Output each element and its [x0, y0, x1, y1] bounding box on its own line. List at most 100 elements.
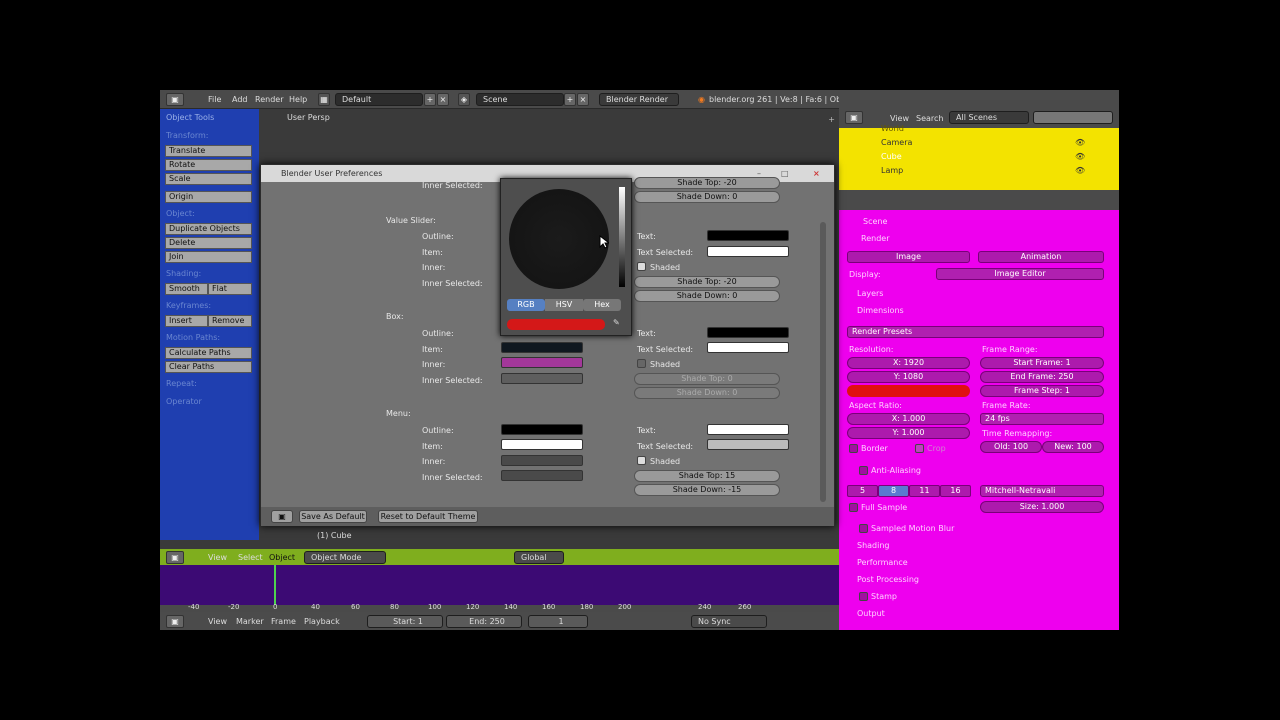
color-wheel[interactable]	[509, 189, 609, 289]
smooth-button[interactable]: Smooth	[165, 283, 208, 295]
outliner-item-camera[interactable]: Camera	[881, 138, 912, 147]
menu-inner-swatch[interactable]	[501, 455, 583, 466]
join-button[interactable]: Join	[165, 251, 252, 263]
delete-button[interactable]: Delete	[165, 237, 252, 249]
rotate-button[interactable]: Rotate	[165, 159, 252, 171]
value-slider-bar[interactable]	[619, 187, 625, 287]
shade-down-field[interactable]: Shade Down: -15	[634, 484, 780, 496]
border-checkbox[interactable]	[849, 444, 858, 453]
timeline-menu-frame[interactable]: Frame	[271, 617, 296, 626]
reset-default-theme-button[interactable]: Reset to Default Theme	[378, 510, 478, 523]
crop-checkbox[interactable]	[915, 444, 924, 453]
prefs-scrollbar[interactable]	[820, 222, 826, 502]
text-color-swatch[interactable]	[707, 327, 789, 338]
timeline-area[interactable]: -40 -20 0 40 60 80 100 120 140 160 180 2…	[160, 565, 839, 612]
outliner-display-select[interactable]: All Scenes	[949, 111, 1029, 124]
prefs-editor-icon[interactable]: ▣	[271, 510, 293, 523]
scene-add-button[interactable]: +	[564, 93, 576, 106]
layers-panel-header[interactable]: Layers	[857, 289, 883, 298]
anti-aliasing-panel-header[interactable]: Anti-Aliasing	[871, 466, 921, 475]
shaded-checkbox[interactable]	[637, 262, 646, 271]
current-frame-line[interactable]	[274, 565, 276, 605]
timeline-menu-playback[interactable]: Playback	[304, 617, 340, 626]
dimensions-panel-header[interactable]: Dimensions	[857, 306, 904, 315]
shaded-checkbox[interactable]	[637, 456, 646, 465]
orientation-select[interactable]: Global	[514, 551, 564, 564]
shade-top-field[interactable]: Shade Top: 15	[634, 470, 780, 482]
scene-close-button[interactable]: ×	[577, 93, 589, 106]
stamp-checkbox[interactable]	[859, 592, 868, 601]
flat-button[interactable]: Flat	[208, 283, 252, 295]
menu-item-swatch[interactable]	[501, 439, 583, 450]
aa-size-field[interactable]: Size: 1.000	[980, 501, 1104, 513]
picker-tab-hsv[interactable]: HSV	[545, 299, 583, 311]
picker-tab-rgb[interactable]: RGB	[507, 299, 545, 311]
menu-file[interactable]: File	[208, 95, 221, 104]
viewport-menu-select[interactable]: Select	[238, 553, 263, 562]
performance-panel-header[interactable]: Performance	[857, 558, 908, 567]
sampled-motion-checkbox[interactable]	[859, 524, 868, 533]
render-presets-select[interactable]: Render Presets	[847, 326, 1104, 338]
menu-outline-swatch[interactable]	[501, 424, 583, 435]
aa-samples-11[interactable]: 11	[909, 485, 940, 497]
scene-field[interactable]: Scene	[476, 93, 564, 106]
aspect-y-field[interactable]: Y: 1.000	[847, 427, 970, 439]
end-frame-field[interactable]: End: 250	[446, 615, 522, 628]
outliner-search-input[interactable]	[1033, 111, 1113, 124]
text-color-swatch[interactable]	[707, 230, 789, 241]
shade-down-field[interactable]: Shade Down: 0	[634, 290, 780, 302]
outliner-menu-search[interactable]: Search	[916, 114, 943, 123]
start-frame-prop[interactable]: Start Frame: 1	[980, 357, 1104, 369]
editor-type-icon[interactable]: ▣	[166, 93, 184, 106]
resolution-x-field[interactable]: X: 1920	[847, 357, 970, 369]
viewport-editor-icon[interactable]: ▣	[166, 551, 184, 564]
aa-samples-8[interactable]: 8	[878, 485, 909, 497]
resolution-percentage-slider[interactable]	[847, 385, 970, 397]
aa-filter-select[interactable]: Mitchell-Netravali	[980, 485, 1104, 497]
end-frame-prop[interactable]: End Frame: 250	[980, 371, 1104, 383]
full-sample-checkbox[interactable]	[849, 503, 858, 512]
timeline-editor-icon[interactable]: ▣	[166, 615, 184, 628]
post-processing-panel-header[interactable]: Post Processing	[857, 575, 919, 584]
menu-help[interactable]: Help	[289, 95, 307, 104]
box-inner-swatch[interactable]	[501, 357, 583, 368]
shade-top-field[interactable]: Shade Top: -20	[634, 276, 780, 288]
display-select[interactable]: Image Editor	[936, 268, 1104, 280]
clear-paths-button[interactable]: Clear Paths	[165, 361, 252, 373]
box-item-swatch[interactable]	[501, 342, 583, 353]
text-selected-color-swatch[interactable]	[707, 246, 789, 257]
render-engine-select[interactable]: Blender Render	[599, 93, 679, 106]
text-selected-color-swatch[interactable]	[707, 439, 789, 450]
shade-top-field[interactable]: Shade Top: -20	[634, 177, 780, 189]
picker-tab-hex[interactable]: Hex	[583, 299, 621, 311]
output-panel-header[interactable]: Output	[857, 609, 885, 618]
aa-samples-5[interactable]: 5	[847, 485, 878, 497]
stamp-panel-header[interactable]: Stamp	[871, 592, 897, 601]
sampled-motion-panel-header[interactable]: Sampled Motion Blur	[871, 524, 954, 533]
time-old-field[interactable]: Old: 100	[980, 441, 1042, 453]
outliner-item-world[interactable]: World	[881, 124, 904, 133]
menu-add[interactable]: Add	[232, 95, 248, 104]
duplicate-objects-button[interactable]: Duplicate Objects	[165, 223, 252, 235]
viewport-menu-view[interactable]: View	[208, 553, 227, 562]
visibility-eye-icon[interactable]: 👁	[1075, 166, 1085, 175]
origin-button[interactable]: Origin	[165, 191, 252, 203]
insert-keyframe-button[interactable]: Insert	[165, 315, 208, 327]
shading-panel-header[interactable]: Shading	[857, 541, 890, 550]
render-panel-header[interactable]: Render	[861, 234, 889, 243]
shade-down-field[interactable]: Shade Down: 0	[634, 387, 780, 399]
viewport-plus-icon[interactable]: +	[828, 115, 835, 124]
sync-select[interactable]: No Sync	[691, 615, 767, 628]
shade-down-field[interactable]: Shade Down: 0	[634, 191, 780, 203]
maximize-icon[interactable]: □	[781, 165, 789, 182]
timeline-menu-marker[interactable]: Marker	[236, 617, 264, 626]
scale-button[interactable]: Scale	[165, 173, 252, 185]
fps-select[interactable]: 24 fps	[980, 413, 1104, 425]
render-image-button[interactable]: Image	[847, 251, 970, 263]
visibility-eye-icon[interactable]: 👁	[1075, 138, 1085, 147]
picker-value-slider[interactable]	[507, 319, 605, 330]
viewport-menu-object[interactable]: Object	[269, 553, 295, 562]
aa-samples-16[interactable]: 16	[940, 485, 971, 497]
menu-render[interactable]: Render	[255, 95, 283, 104]
layout-add-button[interactable]: +	[424, 93, 436, 106]
